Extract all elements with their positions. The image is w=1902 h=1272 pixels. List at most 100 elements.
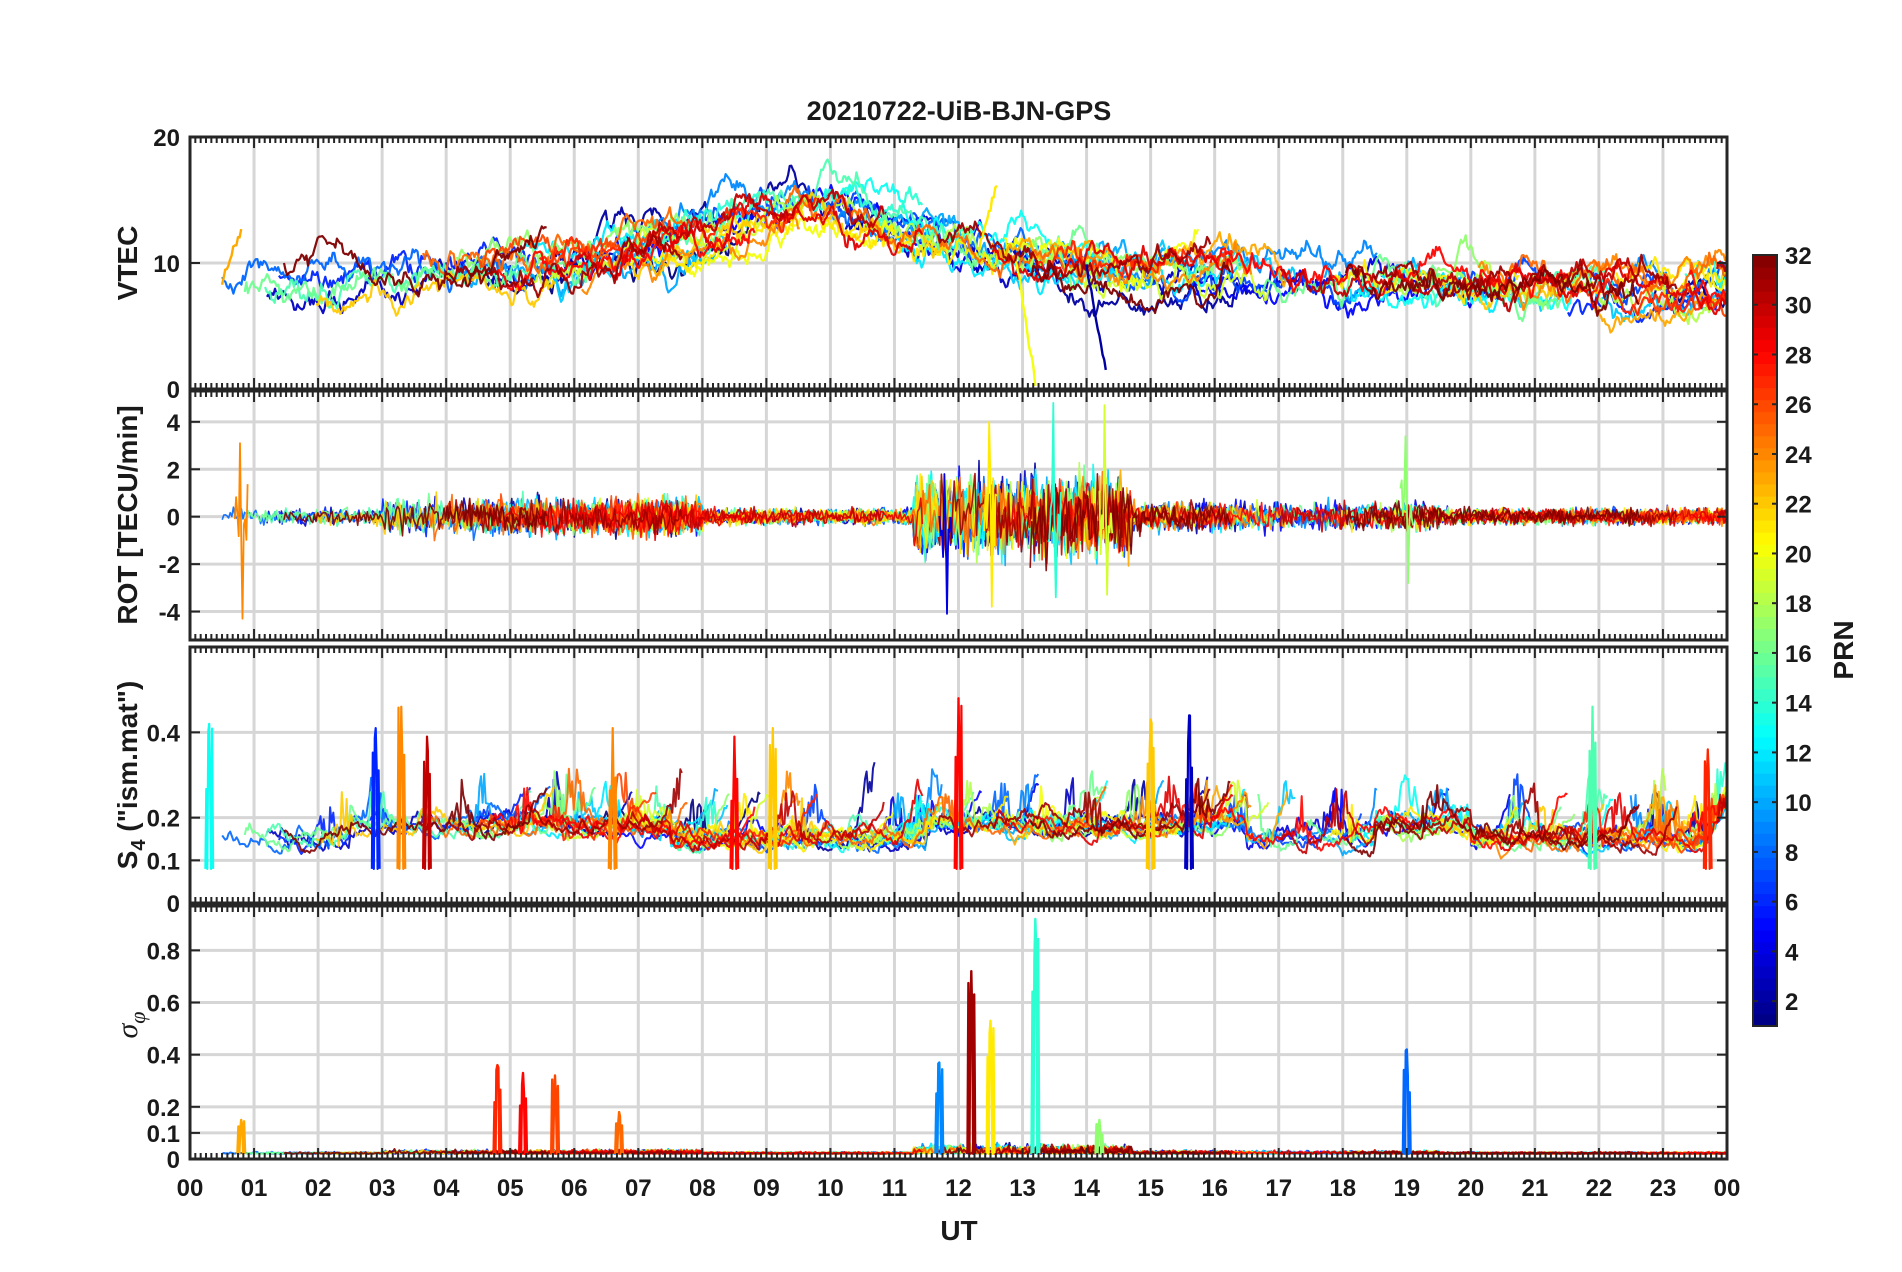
colorbar-segment — [1753, 676, 1777, 690]
y-tick-label: 0.8 — [147, 938, 180, 965]
colorbar-segment — [1753, 616, 1777, 630]
s4-source: ("ism.mat") — [112, 681, 143, 840]
y-tick-label: 0.1 — [147, 848, 180, 875]
colorbar-segment — [1753, 387, 1777, 401]
x-tick-label: 21 — [1522, 1175, 1549, 1202]
colorbar-segment — [1753, 1001, 1777, 1015]
y-tick-label: 2 — [167, 457, 180, 484]
colorbar-segment — [1753, 712, 1777, 726]
colorbar-segment — [1753, 291, 1777, 304]
x-tick-label: 00 — [177, 1175, 204, 1202]
colorbar-segment — [1753, 760, 1777, 774]
colorbar-tick-label: 8 — [1785, 840, 1798, 867]
colorbar-segment — [1753, 821, 1777, 834]
y-tick-label: -4 — [159, 600, 181, 627]
x-tick-label: 11 — [882, 1175, 907, 1202]
s4-symbol: S — [112, 851, 143, 870]
y-tick-label: 0.1 — [147, 1121, 180, 1148]
colorbar-segment — [1753, 748, 1777, 762]
colorbar-segment — [1753, 833, 1777, 846]
colorbar-segment — [1753, 363, 1777, 377]
colorbar-segment — [1753, 375, 1777, 389]
colorbar-tick-label: 24 — [1785, 442, 1812, 469]
colorbar-tick-label: 28 — [1785, 342, 1812, 369]
colorbar-tick-label: 32 — [1785, 243, 1812, 270]
x-tick-label: 00 — [1714, 1175, 1741, 1202]
colorbar-segment — [1753, 965, 1777, 979]
colorbar-tick-label: 16 — [1785, 641, 1812, 668]
colorbar-segment — [1753, 724, 1777, 738]
y-tick-label: 0.2 — [147, 1095, 180, 1122]
y-tick-label: 0 — [167, 505, 180, 532]
colorbar-tick-label: 10 — [1785, 790, 1812, 817]
x-tick-label: 15 — [1137, 1175, 1164, 1202]
colorbar-segment — [1753, 423, 1777, 437]
colorbar-tick-label: 4 — [1785, 939, 1799, 966]
colorbar-segment — [1753, 797, 1777, 810]
y-tick-label: 10 — [153, 251, 180, 278]
colorbar-segment — [1753, 929, 1777, 943]
colorbar-segment — [1753, 977, 1777, 991]
colorbar-tick-label: 26 — [1785, 392, 1812, 419]
colorbar-tick-label: 18 — [1785, 591, 1812, 618]
x-tick-label: 05 — [497, 1175, 524, 1202]
y-tick-label: 0.4 — [147, 1043, 181, 1070]
x-tick-label: 13 — [1009, 1175, 1036, 1202]
colorbar-segment — [1753, 1013, 1777, 1027]
x-tick-label: 16 — [1201, 1175, 1228, 1202]
x-tick-label: 07 — [625, 1175, 652, 1202]
x-tick-label: 17 — [1265, 1175, 1292, 1202]
colorbar-tick-label: 22 — [1785, 492, 1812, 519]
colorbar-segment — [1753, 917, 1777, 931]
colorbar-segment — [1753, 351, 1777, 365]
colorbar-tick-label: 20 — [1785, 541, 1812, 568]
y-tick-label: 0 — [167, 891, 180, 918]
colorbar-segment — [1753, 544, 1777, 557]
colorbar-segment — [1753, 857, 1777, 870]
colorbar — [1752, 254, 1778, 1027]
colorbar-segment — [1753, 640, 1777, 654]
x-tick-label: 20 — [1457, 1175, 1484, 1202]
y-tick-label: 4 — [167, 410, 181, 437]
colorbar-segment — [1753, 255, 1777, 268]
colorbar-segment — [1753, 495, 1777, 509]
colorbar-segment — [1753, 664, 1777, 678]
colorbar-tick-label: 6 — [1785, 890, 1798, 917]
x-tick-label: 06 — [561, 1175, 588, 1202]
y-tick-label: 0 — [167, 1147, 180, 1174]
colorbar-segment — [1753, 267, 1777, 280]
colorbar-segment — [1753, 773, 1777, 786]
colorbar-segment — [1753, 628, 1777, 642]
colorbar-segment — [1753, 399, 1777, 413]
colorbar-segment — [1753, 315, 1777, 328]
x-tick-label: 04 — [433, 1175, 460, 1202]
colorbar-segment — [1753, 893, 1777, 907]
x-axis-label: UT — [940, 1215, 977, 1246]
colorbar-segment — [1753, 483, 1777, 497]
colorbar-segment — [1753, 532, 1777, 545]
x-tick-label: 18 — [1329, 1175, 1356, 1202]
colorbar-segment — [1753, 953, 1777, 967]
y-tick-label: -2 — [159, 552, 180, 579]
y-axis-label-vtec: VTEC — [112, 226, 143, 301]
y-tick-label: 0.4 — [147, 720, 181, 747]
colorbar-segment — [1753, 941, 1777, 955]
colorbar-segment — [1753, 327, 1777, 340]
x-tick-label: 02 — [305, 1175, 332, 1202]
chart-title: 20210722-UiB-BJN-GPS — [807, 96, 1112, 126]
sigma-symbol: σ — [111, 1022, 144, 1038]
figure: 20210722-UiB-BJN-GPS 01020 VTEC -4-2024 … — [0, 0, 1902, 1272]
y-tick-label: 0.6 — [147, 991, 180, 1018]
colorbar-tick-label: 30 — [1785, 293, 1812, 320]
colorbar-segment — [1753, 411, 1777, 425]
x-tick-label: 03 — [369, 1175, 396, 1202]
colorbar-segment — [1753, 604, 1777, 618]
y-axis-label-rot: ROT [TECU/min] — [112, 405, 143, 624]
colorbar-segment — [1753, 556, 1777, 569]
x-tick-label: 08 — [689, 1175, 716, 1202]
colorbar-tick-label: 12 — [1785, 740, 1812, 767]
colorbar-segment — [1753, 652, 1777, 666]
colorbar-segment — [1753, 279, 1777, 292]
y-tick-label: 0 — [167, 377, 180, 404]
colorbar-segment — [1753, 520, 1777, 533]
